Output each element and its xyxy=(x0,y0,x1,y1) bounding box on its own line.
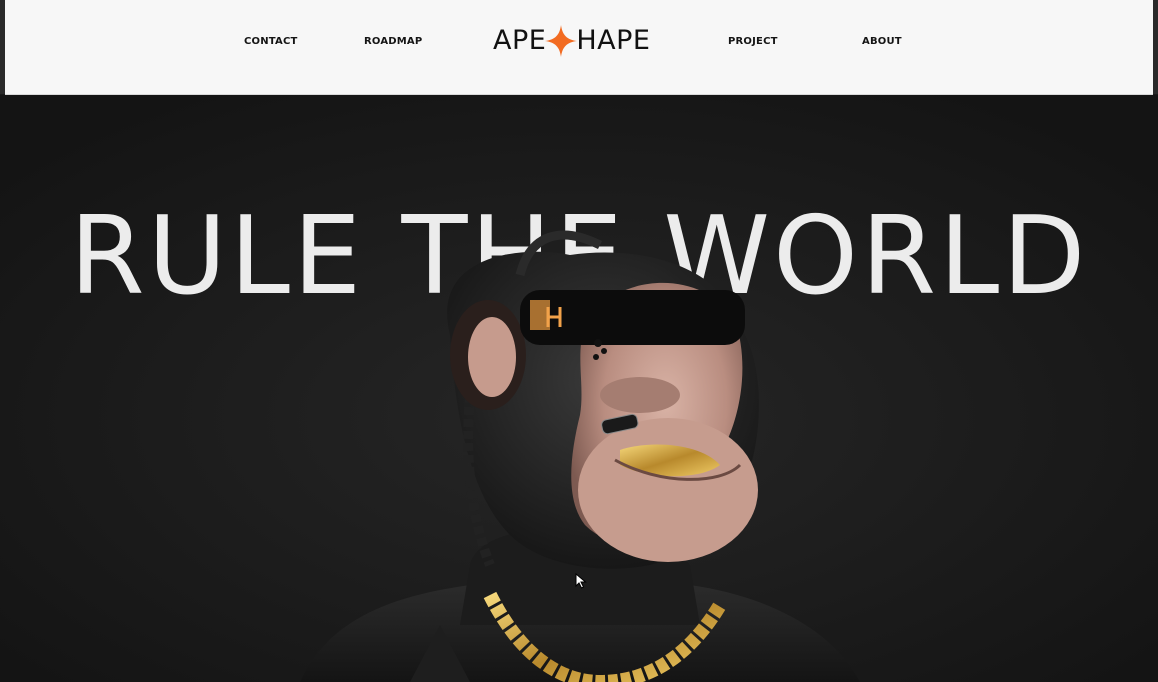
ape-character-illustration xyxy=(300,230,860,682)
nav-roadmap-link[interactable]: ROADMAP xyxy=(364,36,422,48)
mouse-cursor-icon xyxy=(575,573,587,589)
ape-hape-logo[interactable]: APE HAPE xyxy=(493,22,650,60)
nav-about-link[interactable]: ABOUT xyxy=(862,36,902,48)
hero-section: RULE THE WORLD xyxy=(0,95,1158,682)
nav-project-link[interactable]: PROJECT xyxy=(728,36,778,48)
page: CONTACT ROADMAP APE HAPE PROJECT ABOUT R… xyxy=(0,0,1158,682)
nav-contact-link[interactable]: CONTACT xyxy=(244,36,298,48)
logo-word-ape: APE xyxy=(493,25,547,56)
window-edge-right xyxy=(1153,0,1158,94)
site-header: CONTACT ROADMAP APE HAPE PROJECT ABOUT xyxy=(5,0,1153,95)
four-point-star-icon xyxy=(545,25,578,57)
logo-word-hape: HAPE xyxy=(576,25,651,56)
